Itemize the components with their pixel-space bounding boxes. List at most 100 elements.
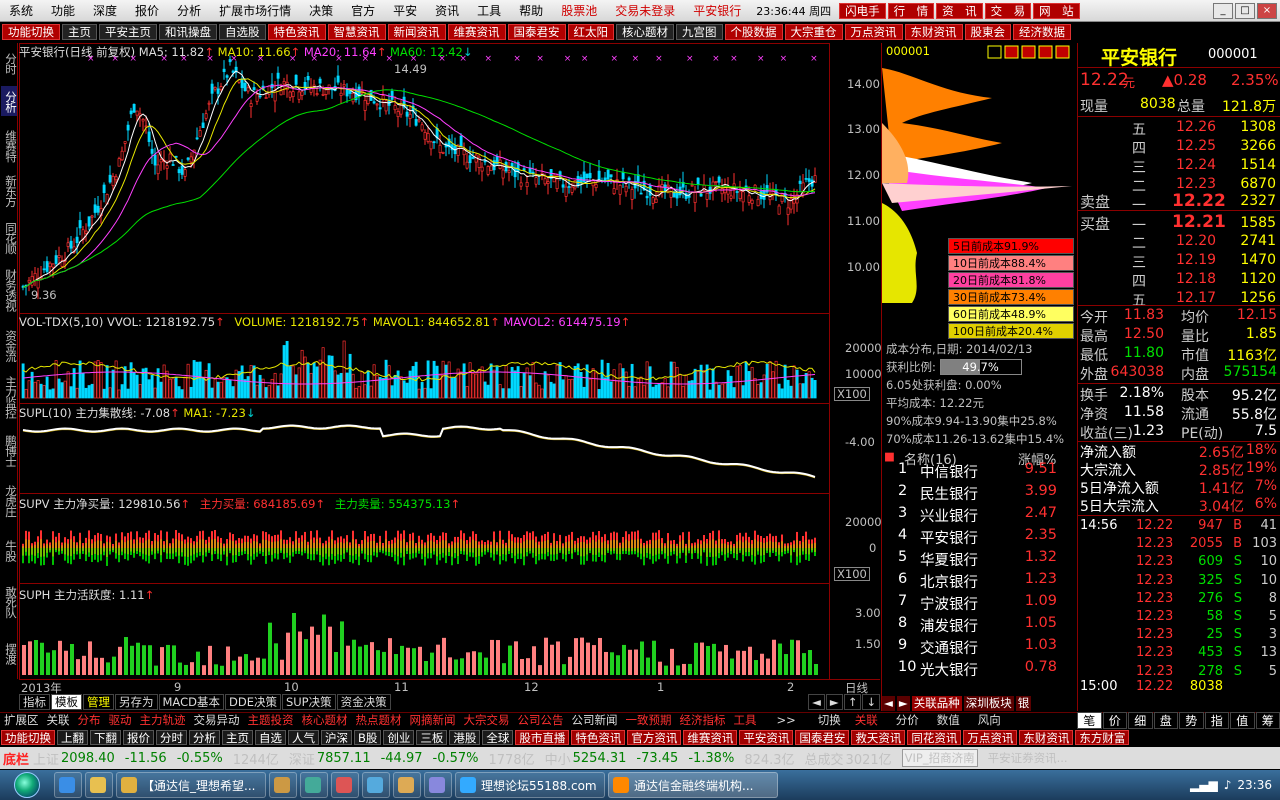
ext-switch-button[interactable]: 切换 [814, 713, 844, 729]
quote-tab[interactable]: 细 [1128, 712, 1153, 729]
left-tab[interactable]: 龙虎庄 [1, 478, 18, 523]
sector-row[interactable]: 6 北京银行 1.23 [882, 571, 1077, 593]
volume-icon[interactable]: ♪ [1224, 778, 1232, 792]
menu-stock-pool[interactable]: 股票池 [552, 0, 606, 22]
ie-icon[interactable] [54, 772, 82, 798]
left-tab[interactable]: 同花顺 [1, 218, 18, 258]
guotai-button[interactable]: 国泰君安 [507, 24, 566, 40]
ext-driver-button[interactable]: 驱动 [105, 713, 135, 729]
ext-related-button[interactable]: 关联 [43, 713, 73, 729]
scroll-right-icon[interactable]: ► [896, 695, 910, 711]
ext-core-topic-button[interactable]: 核心题材 [298, 713, 351, 729]
menu-tools[interactable]: 工具 [468, 0, 510, 22]
menu-trade-login[interactable]: 交易未登录 [606, 0, 684, 22]
func-button[interactable]: 分时 [156, 730, 187, 745]
ask-price[interactable]: 12.26 [1176, 119, 1216, 135]
economic-data-button[interactable]: 经济数据 [1013, 24, 1071, 40]
tab-fund[interactable]: 资金决策 [336, 694, 391, 710]
tab-shenzhen-sector[interactable]: 深圳板块 [963, 695, 1014, 711]
menu-decision[interactable]: 决策 [300, 0, 342, 22]
left-tab[interactable]: 鹏博士 [1, 428, 18, 473]
func-button[interactable]: 全球 [482, 730, 514, 745]
vip-label[interactable]: VIP_招商济南 [901, 749, 978, 767]
left-tab[interactable]: 资金流 [1, 323, 18, 368]
func-button[interactable]: 报价 [123, 730, 154, 745]
ext-more-button[interactable]: >> [773, 713, 799, 729]
func-button[interactable]: 同花资讯 [907, 730, 962, 745]
func-button[interactable]: 东方财富 [1075, 730, 1130, 745]
shareholder-button[interactable]: 股東会 [964, 24, 1011, 40]
scroll-left-icon[interactable]: ◄ [882, 695, 895, 711]
left-tab[interactable]: 主力监控 [1, 373, 18, 421]
menu-quote[interactable]: 报价 [126, 0, 168, 22]
smart-info-button[interactable]: 智慧资讯 [327, 24, 386, 40]
trade-button[interactable]: 交 易 [984, 2, 1032, 19]
ext-consensus-button[interactable]: 一致预期 [622, 713, 675, 729]
bid-price[interactable]: 12.17 [1176, 290, 1216, 306]
hongtaiyang-button[interactable]: 红太阳 [567, 24, 614, 40]
taskbar-item-3[interactable]: 通达信金融终端机构... [608, 772, 778, 798]
func-button[interactable]: 官方资讯 [627, 730, 682, 745]
sector-row[interactable]: 10 光大银行 0.78 [882, 659, 1077, 681]
menu-help[interactable]: 帮助 [510, 0, 552, 22]
func-button[interactable]: 港股 [449, 730, 481, 745]
folder-icon[interactable] [85, 772, 113, 798]
func-button[interactable]: 股市直播 [515, 730, 570, 745]
start-button[interactable] [0, 770, 54, 800]
sector-row[interactable]: 5 华夏银行 1.32 [882, 549, 1077, 571]
ext-hot-topic-button[interactable]: 热点题材 [352, 713, 405, 729]
mid-tab-price[interactable]: 分价 [892, 713, 922, 729]
minimize-icon[interactable]: _ [1213, 2, 1233, 19]
pingan-home-button[interactable]: 平安主页 [99, 24, 157, 40]
tab-manage[interactable]: 管理 [83, 694, 114, 710]
ask-price[interactable]: 12.23 [1176, 176, 1216, 192]
zoom-out-icon[interactable]: ↓ [862, 694, 880, 710]
network-icon[interactable]: ▂▄▆ [1190, 778, 1218, 792]
func-button[interactable]: 分析 [189, 730, 220, 745]
core-topic-button[interactable]: 核心题材 [616, 24, 674, 40]
menu-info[interactable]: 资讯 [426, 0, 468, 22]
scroll-right-icon[interactable]: ► [825, 694, 843, 710]
sector-row[interactable]: 2 民生银行 3.99 [882, 483, 1077, 505]
tab-indicator[interactable]: 指标 [19, 694, 50, 710]
maximize-icon[interactable]: □ [1235, 2, 1255, 19]
func-button[interactable]: 人气 [288, 730, 319, 745]
left-tab[interactable]: 财务透视 [1, 265, 18, 315]
website-button[interactable]: 网 站 [1033, 2, 1080, 19]
tab-sup[interactable]: SUP决策 [281, 694, 336, 710]
ask-price[interactable]: 12.25 [1176, 138, 1216, 154]
sector-row[interactable]: 8 浦发银行 1.05 [882, 615, 1077, 637]
func-button[interactable]: 主页 [222, 730, 253, 745]
func-button[interactable]: 沪深 [321, 730, 352, 745]
ask-price[interactable]: 12.24 [1176, 157, 1216, 173]
sector-row[interactable]: 1 中信银行 9.51 [882, 461, 1077, 483]
menu-current-stock[interactable]: 平安银行 [684, 0, 750, 22]
left-tab[interactable]: 摆渡 [1, 633, 18, 673]
quote-tab[interactable]: 值 [1230, 712, 1255, 729]
function-switch-button[interactable]: 功能切换 [2, 24, 60, 40]
ext-econ-indicator-button[interactable]: 经济指标 [676, 713, 729, 729]
bid-price[interactable]: 12.20 [1176, 233, 1216, 249]
ticker-news[interactable]: 平安证券资讯... [988, 750, 1068, 766]
zx-name[interactable]: 中小 [545, 749, 571, 768]
ext-news-digest-button[interactable]: 网摘新闻 [406, 713, 459, 729]
left-tab[interactable]: 分析 [1, 86, 18, 116]
sz-name[interactable]: 深证 [289, 749, 315, 768]
lightning-button[interactable]: 闪电手 [839, 2, 886, 19]
ext-distribution-button[interactable]: 分布 [74, 713, 104, 729]
func-button[interactable]: 上翻 [57, 730, 88, 745]
quote-tab[interactable]: 盘 [1153, 712, 1178, 729]
chip-mode-icon[interactable] [1055, 45, 1070, 59]
ext-zone-button[interactable]: 扩展区 [1, 713, 42, 729]
app-icon[interactable] [362, 772, 390, 798]
bid-price[interactable]: 12.18 [1176, 271, 1216, 287]
left-tab[interactable]: 敢死队 [1, 578, 18, 626]
sector-row[interactable]: 4 平安银行 2.35 [882, 527, 1077, 549]
close-icon[interactable]: × [1257, 2, 1277, 19]
quote-tab[interactable]: 筹 [1255, 712, 1280, 729]
func-button[interactable]: 东财资讯 [1019, 730, 1074, 745]
sh-name[interactable]: 上证 [33, 749, 59, 768]
app-icon[interactable] [424, 772, 452, 798]
quote-tab[interactable]: 笔 [1077, 712, 1102, 729]
tab-macd[interactable]: MACD基本 [158, 694, 224, 710]
